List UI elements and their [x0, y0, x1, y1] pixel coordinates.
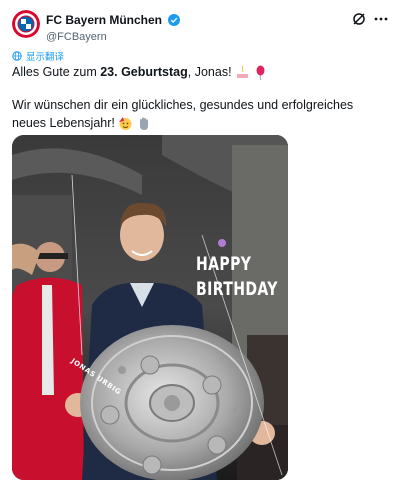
party-face-emoji: [119, 117, 132, 131]
tweet-header: FC Bayern München @FCBayern: [12, 10, 388, 43]
post-text-prefix: Alles Gute zum: [12, 65, 101, 79]
account-names: FC Bayern München @FCBayern: [46, 11, 181, 43]
post-text-suffix: , Jonas!: [187, 65, 232, 79]
tweet: FC Bayern München @FCBayern 显示翻译 Alles G…: [0, 0, 400, 491]
verified-badge-icon: [168, 13, 181, 26]
balloon-emoji: [256, 65, 265, 81]
happy-overlay-text: HAPPY: [196, 253, 252, 275]
birthday-cake-emoji: [237, 66, 249, 79]
post-text-wish: Wir wünschen dir ein glückliches, gesund…: [12, 98, 354, 130]
post-text-line1: Alles Gute zum 23. Geburtstag, Jonas!: [12, 64, 267, 81]
avatar[interactable]: [12, 10, 40, 38]
birthday-overlay-text: BIRTHDAY: [196, 278, 278, 300]
post-text-line2: Wir wünschen dir ein glückliches, gesund…: [12, 96, 388, 132]
translate-globe-icon: [12, 51, 22, 61]
post-text-bold: 23. Geburtstag: [100, 65, 188, 79]
birthday-photo-graphic: [12, 135, 288, 480]
fc-bayern-logo-icon: [12, 10, 40, 38]
display-name[interactable]: FC Bayern München: [46, 13, 162, 27]
show-translation-link[interactable]: 显示翻译: [12, 49, 64, 63]
show-translation-label: 显示翻译: [26, 52, 65, 63]
hand-emoji: [139, 117, 148, 131]
post-image[interactable]: HAPPY BIRTHDAY JONAS URBIG: [12, 135, 288, 480]
grok-icon[interactable]: [352, 12, 366, 26]
more-icon[interactable]: [374, 16, 388, 22]
account-handle[interactable]: @FCBayern: [46, 31, 180, 43]
